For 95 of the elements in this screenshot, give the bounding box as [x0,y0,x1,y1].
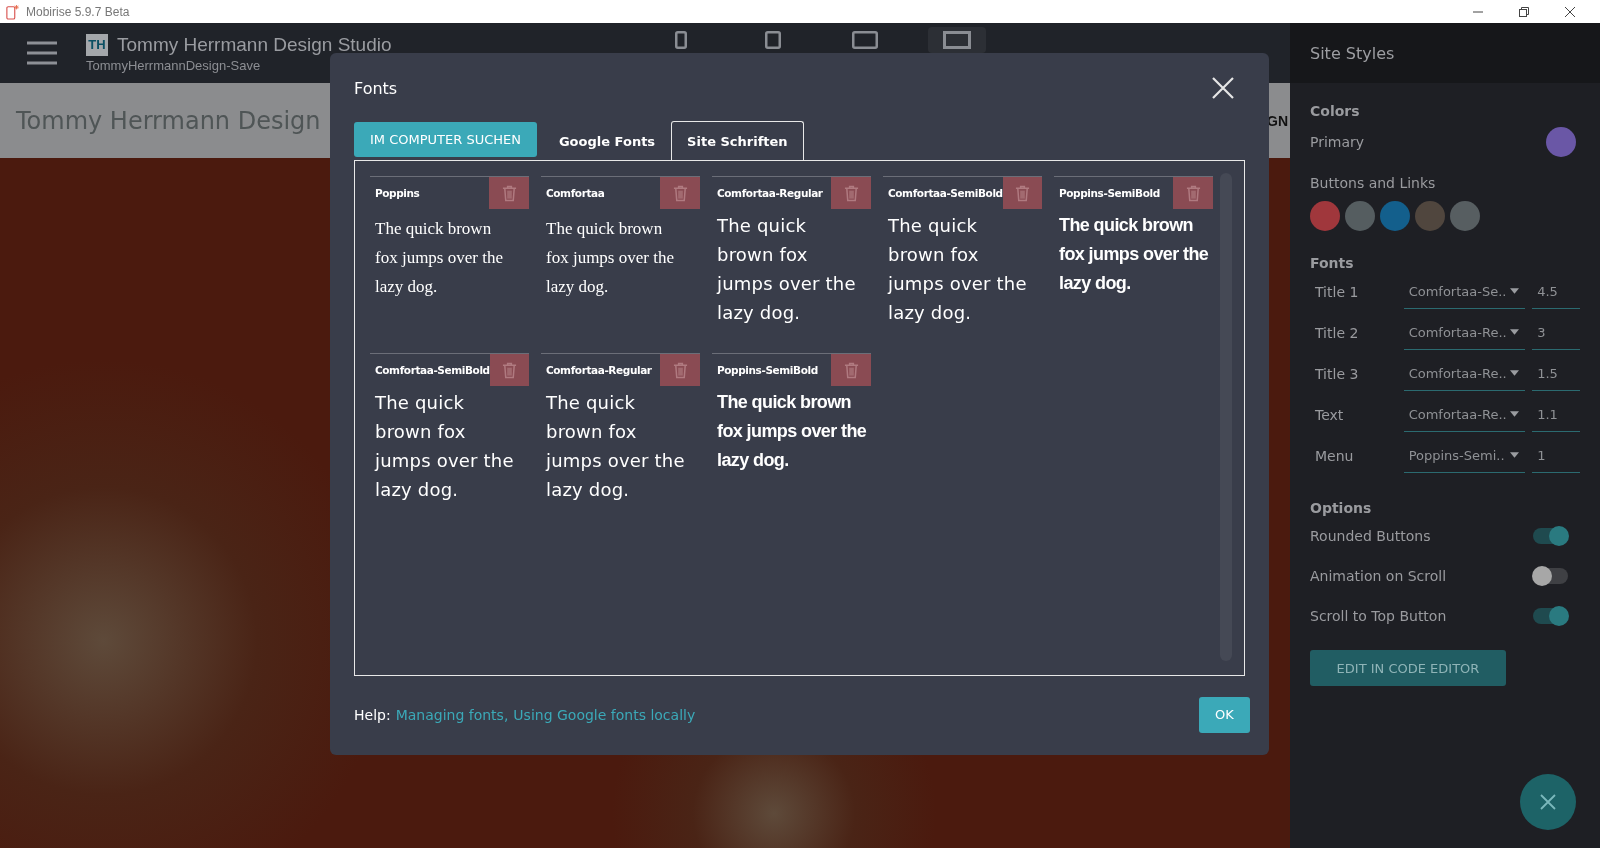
delete-button[interactable] [489,354,529,386]
font-sample-text: The quick brown fox jumps over the lazy dog. [374,218,504,298]
help-label: Help: [354,706,391,723]
caret-icon [1510,411,1520,417]
close-icon [1540,794,1556,810]
ok-button[interactable]: OK [1199,696,1250,733]
option-label: Animation on Scroll [1310,568,1447,584]
font-sample-text: The quick brown fox jumps over the lazy dog. [716,391,868,472]
site-name: Tommy Herrmann Design Studio [117,33,392,56]
caret-icon [1510,329,1520,335]
tablet-icon [764,31,781,49]
delete-button[interactable] [831,354,871,386]
font-role-label: Title 1 [1314,283,1360,300]
color-label: Buttons and Links [1310,175,1437,191]
option-label: Scroll to Top Button [1310,608,1447,624]
size-field[interactable]: 1.1 [1532,397,1580,432]
delete-button[interactable] [489,177,529,209]
trash-icon [1014,184,1030,202]
help-link[interactable]: Managing fonts, [395,706,509,723]
trash-icon [501,361,517,379]
font-sample-text: The quick brown fox jumps over the lazy dog. [886,214,1028,325]
monitor-icon [942,31,971,49]
toggle-switch[interactable] [1533,608,1568,624]
app-icon [6,3,20,20]
color-swatch[interactable] [1546,127,1576,157]
option-label: Rounded Buttons [1310,528,1431,544]
font-name: Poppins [375,187,420,199]
font-sample-text: The quick brown fox jumps over the lazy dog. [373,391,515,502]
font-sample-text: The quick brown fox jumps over the lazy dog. [1058,214,1210,295]
caret-icon [1510,288,1520,294]
font-sample-text: The quick brown fox jumps over the lazy dog. [715,214,857,325]
window-title: Mobirise 5.9.7 Beta [26,4,130,19]
font-name: Comfortaa-Regular [546,364,652,376]
font-name: Comfortaa-SemiBold [888,187,1003,199]
font-select[interactable]: Comfortaa-Re.. [1403,315,1526,350]
panel-title: Site Styles [1310,43,1395,63]
font-name: Poppins-SemiBold [1059,187,1160,199]
font-select[interactable]: Poppins-Semi.. [1403,438,1526,473]
delete-button[interactable] [660,177,700,209]
desktop-view-button[interactable] [927,27,986,53]
color-swatch[interactable] [1310,201,1340,231]
color-swatch[interactable] [1415,201,1445,231]
font-sample-text: The quick brown fox jumps over the lazy dog. [544,391,686,502]
size-field[interactable]: 1 [1532,438,1580,473]
delete-button[interactable] [660,354,700,386]
trash-icon [843,361,859,379]
caret-icon [1510,452,1520,458]
font-role-label: Title 2 [1314,324,1360,341]
color-swatch[interactable] [1345,201,1375,231]
close-icon[interactable] [1564,5,1576,18]
restore-icon[interactable] [1518,5,1530,18]
close-button[interactable] [1520,774,1576,830]
font-role-label: Title 3 [1314,365,1360,382]
edit-code-button[interactable]: EDIT IN CODE EDITOR [1310,650,1506,686]
font-select[interactable]: Comfortaa-Re.. [1403,397,1526,432]
project-name: TommyHerrmannDesign-Save [86,57,262,73]
font-select[interactable]: Comfortaa-Re.. [1403,356,1526,391]
dialog-title: Fonts [354,78,398,98]
section-heading: Colors [1310,103,1361,119]
phone-icon [674,31,687,49]
caret-icon [1510,370,1520,376]
trash-icon [1185,184,1201,202]
delete-button[interactable] [1002,177,1042,209]
delete-button[interactable] [831,177,871,209]
toggle-switch[interactable] [1533,528,1568,544]
color-label: Primary [1310,134,1365,150]
font-name: Comfortaa-SemiBold [375,364,490,376]
color-swatch[interactable] [1380,201,1410,231]
site-logo: TH [86,33,108,56]
menu-icon[interactable] [26,40,58,66]
font-name: Comfortaa-Regular [717,187,823,199]
size-field[interactable]: 3 [1532,315,1580,350]
trash-icon [672,184,688,202]
trash-icon [501,184,517,202]
delete-button[interactable] [1173,177,1213,209]
trash-icon [672,361,688,379]
upload-button[interactable]: IM COMPUTER SUCHEN [354,122,537,157]
font-name: Poppins-SemiBold [717,364,818,376]
size-field[interactable]: 1.5 [1532,356,1580,391]
font-name: Comfortaa [546,187,605,199]
tab[interactable]: Site Schriften [671,121,804,161]
help-link[interactable]: Using Google fonts locally [513,706,696,723]
font-role-label: Menu [1314,447,1355,464]
page-heading: Tommy Herrmann Design [16,106,321,135]
section-heading: Options [1310,500,1373,516]
landscape-tablet-icon [851,31,878,49]
color-swatch[interactable] [1450,201,1480,231]
toggle-switch[interactable] [1533,568,1568,584]
font-role-label: Text [1314,406,1345,423]
trash-icon [843,184,859,202]
section-heading: Fonts [1310,255,1355,271]
size-field[interactable]: 4.5 [1532,274,1580,309]
font-sample-text: The quick brown fox jumps over the lazy dog. [545,218,675,298]
tab[interactable]: Google Fonts [542,121,672,161]
font-select[interactable]: Comfortaa-Se.. [1403,274,1526,309]
